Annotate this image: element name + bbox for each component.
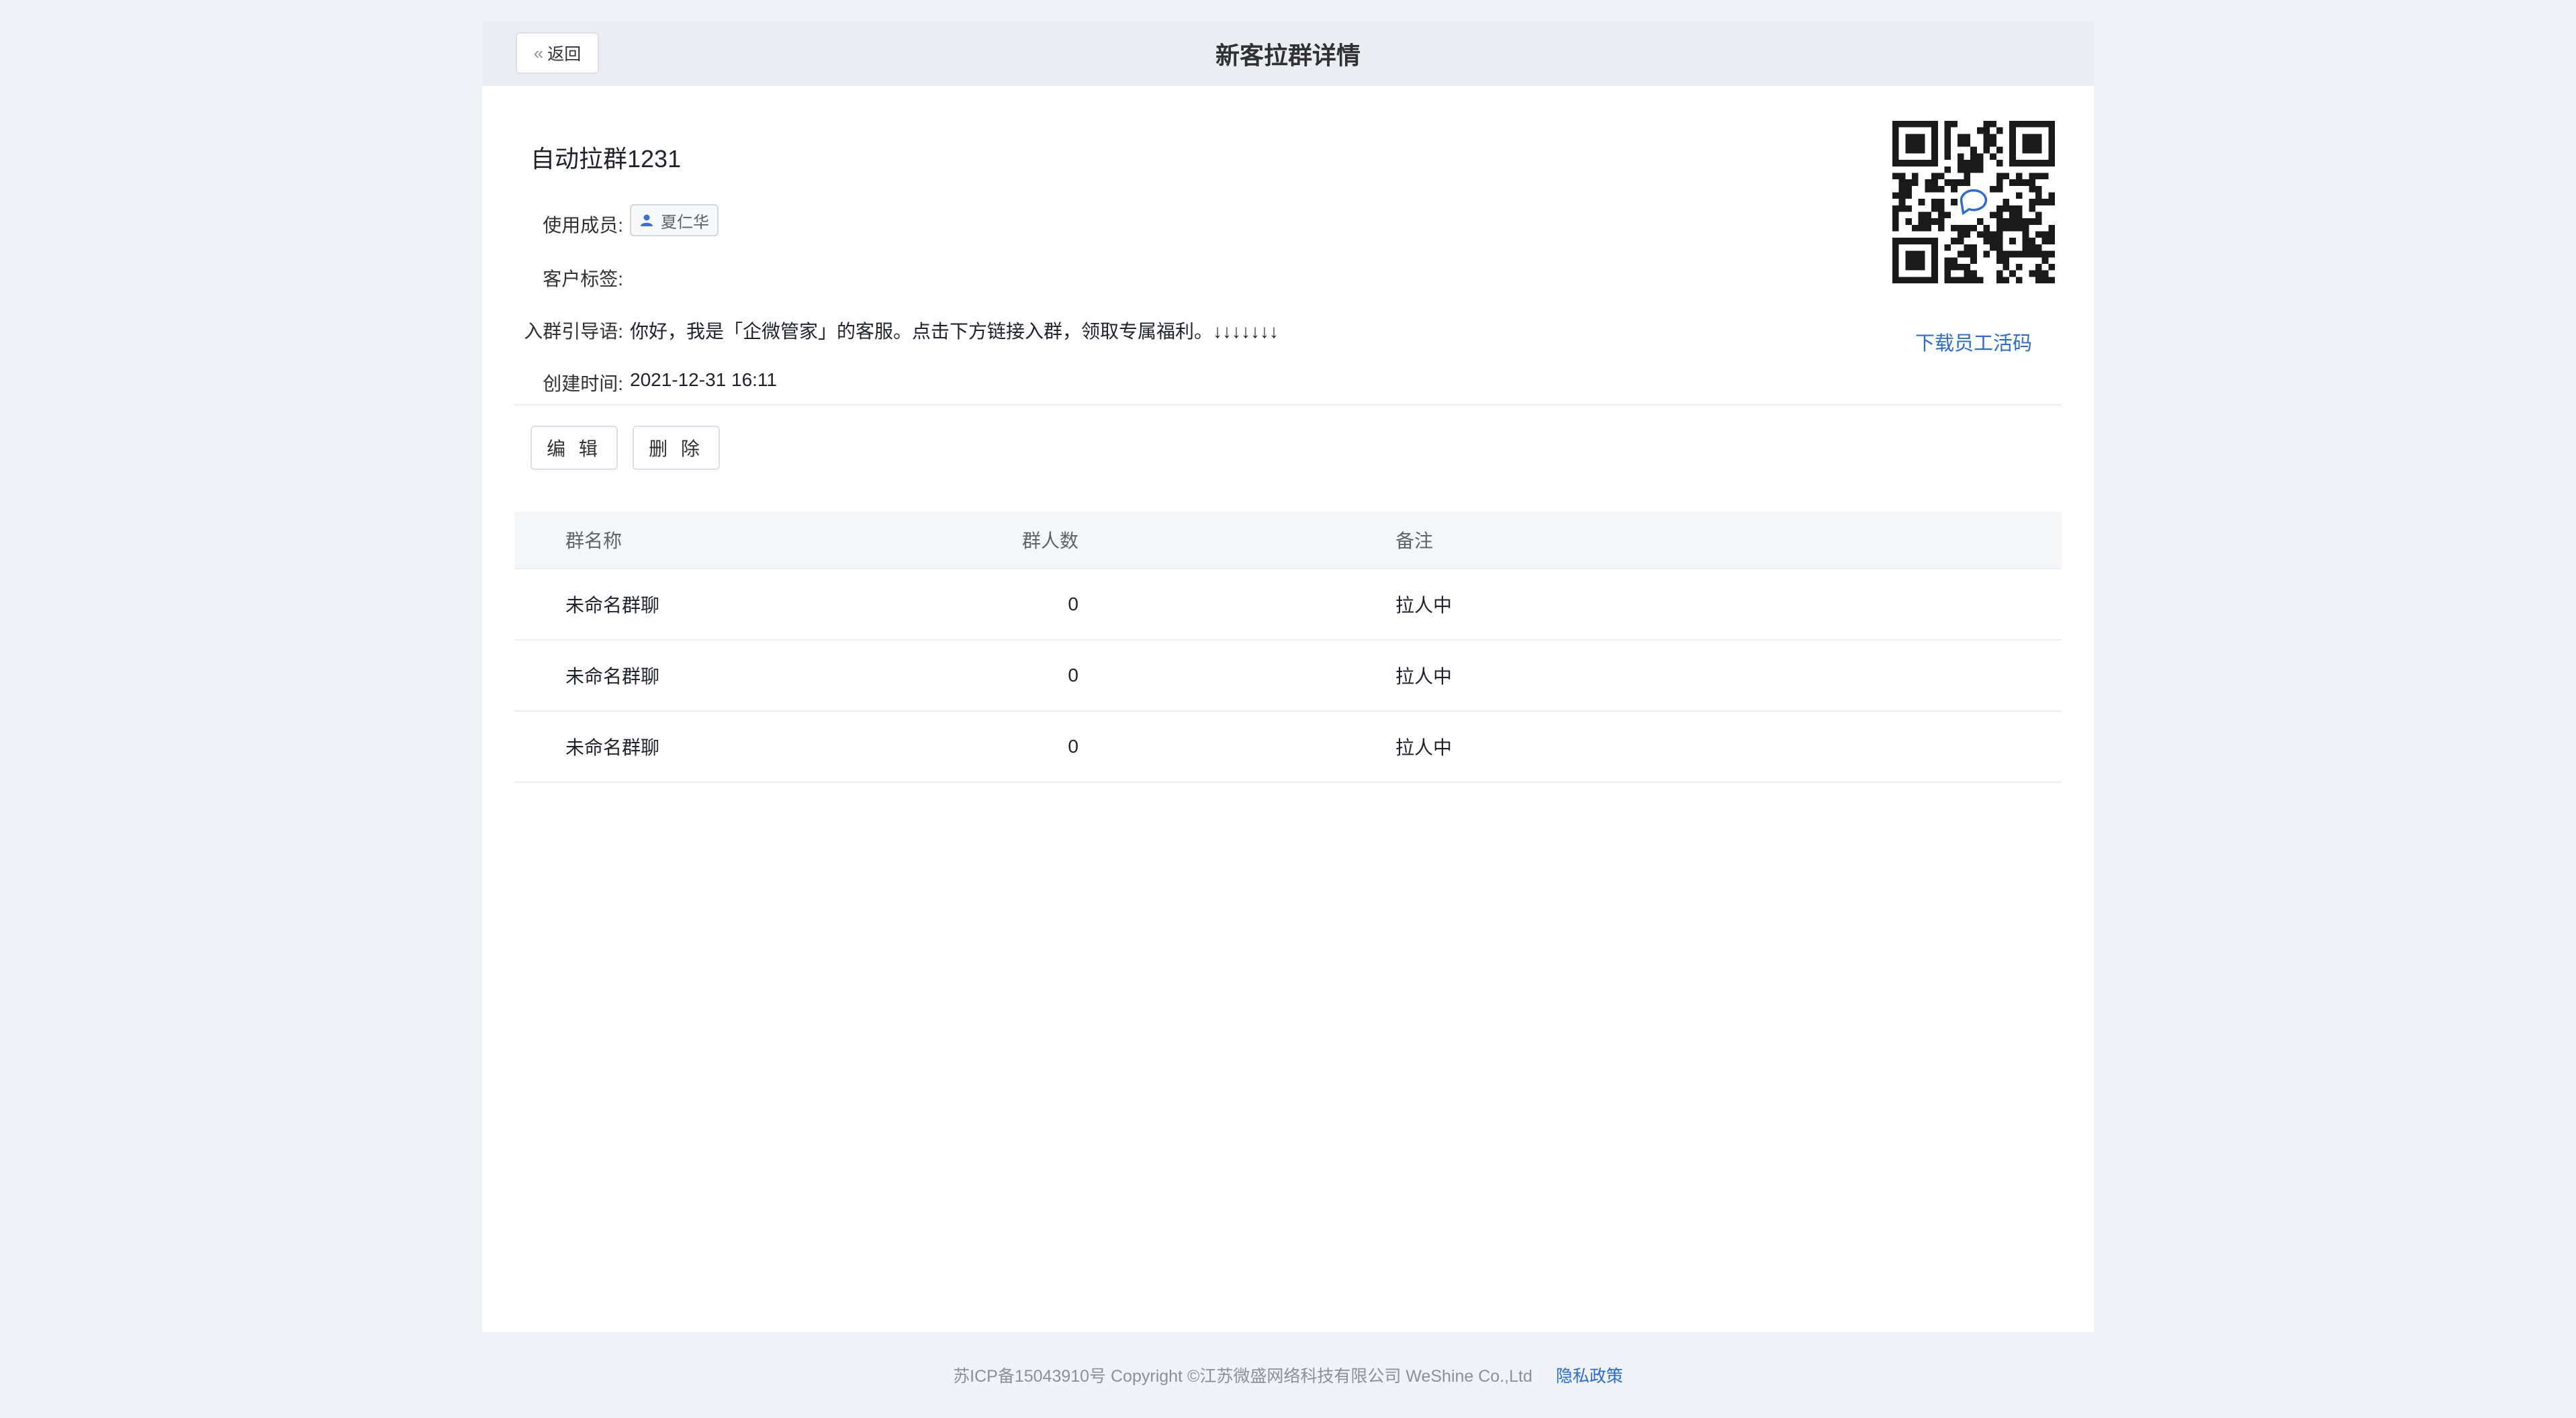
back-button[interactable]: « 返回 xyxy=(516,32,599,74)
footer: 苏ICP备15043910号 Copyright ©江苏微盛网络科技有限公司 W… xyxy=(0,1363,2576,1387)
group-name-cell: 未命名群聊 xyxy=(565,595,660,616)
privacy-policy-link[interactable]: 隐私政策 xyxy=(1556,1367,1623,1386)
page-header: 新客拉群详情 « 返回 xyxy=(482,21,2094,86)
group-table: 群名称 群人数 备注 未命名群聊 0 拉人中 未命名群聊 0 拉人中 未命名群聊… xyxy=(514,512,2062,783)
note-cell: 拉人中 xyxy=(1395,595,1453,616)
column-header-note: 备注 xyxy=(1395,530,1434,551)
group-name-cell: 未命名群聊 xyxy=(565,737,660,758)
column-header-name: 群名称 xyxy=(565,530,623,551)
welcome-text: 你好，我是「企微管家」的客服。点击下方链接入群，领取专属福利。↓↓↓↓↓↓↓ xyxy=(630,321,1279,342)
table-row: 未命名群聊 0 拉人中 xyxy=(514,569,2062,641)
back-button-label: 返回 xyxy=(547,45,582,64)
double-chevron-left-icon: « xyxy=(533,43,544,63)
table-header: 群名称 群人数 备注 xyxy=(514,512,2062,569)
column-header-count: 群人数 xyxy=(1021,530,1078,551)
detail-panel: 新客拉群详情 « 返回 自动拉群1231 使用成员: 夏仁华 客户标签: 入群引… xyxy=(482,21,2094,1332)
delete-button[interactable]: 删 除 xyxy=(633,426,720,470)
member-name: 夏仁华 xyxy=(661,213,709,232)
edit-button[interactable]: 编 辑 xyxy=(531,426,618,470)
download-qr-link[interactable]: 下载员工活码 xyxy=(1866,328,2082,356)
section-divider xyxy=(514,404,2062,406)
copyright-text: 苏ICP备15043910号 Copyright ©江苏微盛网络科技有限公司 W… xyxy=(953,1367,1532,1386)
member-tag: 夏仁华 xyxy=(630,204,719,236)
member-count-cell: 0 xyxy=(1068,594,1078,614)
table-row: 未命名群聊 0 拉人中 xyxy=(514,712,2062,783)
member-label: 使用成员: xyxy=(543,215,623,236)
created-value: 2021-12-31 16:11 xyxy=(630,369,777,390)
member-count-cell: 0 xyxy=(1068,736,1078,757)
qr-code-image xyxy=(1892,121,2055,283)
page-title: 新客拉群详情 xyxy=(1215,42,1361,69)
member-count-cell: 0 xyxy=(1068,665,1078,686)
task-name: 自动拉群1231 xyxy=(531,145,682,173)
tags-label: 客户标签: xyxy=(543,269,623,289)
user-icon xyxy=(641,214,653,226)
group-name-cell: 未命名群聊 xyxy=(565,666,660,687)
note-cell: 拉人中 xyxy=(1395,666,1453,687)
note-cell: 拉人中 xyxy=(1395,737,1453,758)
created-label: 创建时间: xyxy=(543,373,623,394)
table-row: 未命名群聊 0 拉人中 xyxy=(514,641,2062,712)
welcome-label: 入群引导语: xyxy=(524,321,623,342)
